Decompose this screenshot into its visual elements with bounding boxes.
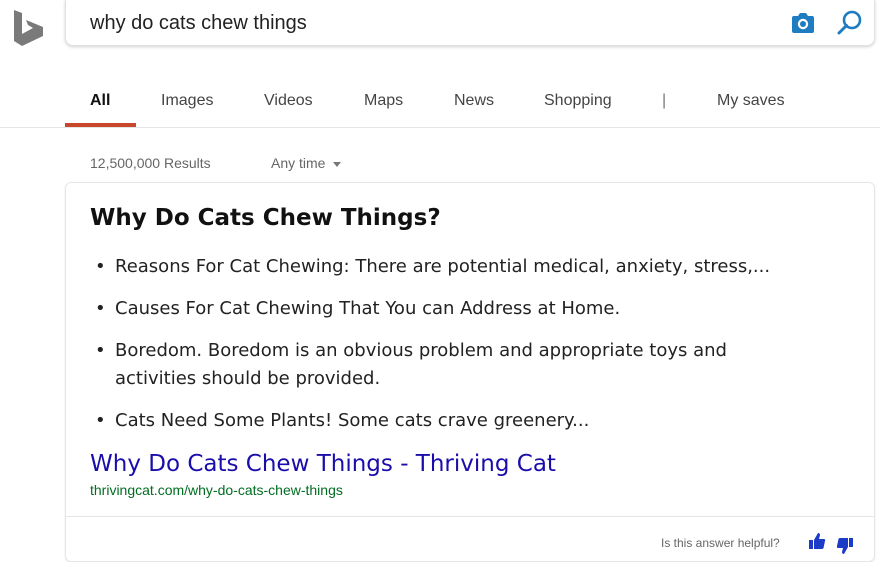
search-icon[interactable] [836,9,864,37]
tab-images[interactable]: Images [161,92,213,110]
tab-separator: | [662,92,667,109]
search-input[interactable] [90,10,770,36]
answer-card: Why Do Cats Chew Things? Reasons For Cat… [65,182,875,562]
caret-down-icon [333,161,342,167]
answer-bullet-list: Reasons For Cat Chewing: There are poten… [90,253,810,449]
tabs-divider [0,127,880,128]
search-box [65,0,875,46]
bing-logo-icon[interactable] [12,10,46,46]
time-filter-label: Any time [271,155,326,171]
results-count: 12,500,000 Results [90,155,211,171]
answer-bullet: Boredom. Boredom is an obvious problem a… [90,337,810,393]
nav-tabs: All Images Videos Maps News Shopping | M… [0,78,880,128]
tab-videos[interactable]: Videos [264,92,313,110]
card-divider [66,516,874,517]
time-filter-dropdown[interactable]: Any time [271,155,342,171]
tab-news[interactable]: News [454,92,494,110]
tab-my-saves[interactable]: My saves [717,92,785,110]
tab-shopping[interactable]: Shopping [544,92,612,110]
answer-source-url: thrivingcat.com/why-do-cats-chew-things [90,482,343,498]
camera-icon[interactable] [790,10,816,36]
tab-all[interactable]: All [90,92,110,110]
answer-title: Why Do Cats Chew Things? [90,205,441,231]
thumbs-up-icon[interactable] [808,532,826,550]
tab-maps[interactable]: Maps [364,92,403,110]
answer-source-link[interactable]: Why Do Cats Chew Things - Thriving Cat [90,451,556,477]
answer-bullet: Cats Need Some Plants! Some cats crave g… [90,407,810,435]
answer-bullet: Causes For Cat Chewing That You can Addr… [90,295,810,323]
answer-bullet: Reasons For Cat Chewing: There are poten… [90,253,810,281]
thumbs-down-icon[interactable] [836,537,854,555]
feedback-prompt: Is this answer helpful? [661,536,780,550]
